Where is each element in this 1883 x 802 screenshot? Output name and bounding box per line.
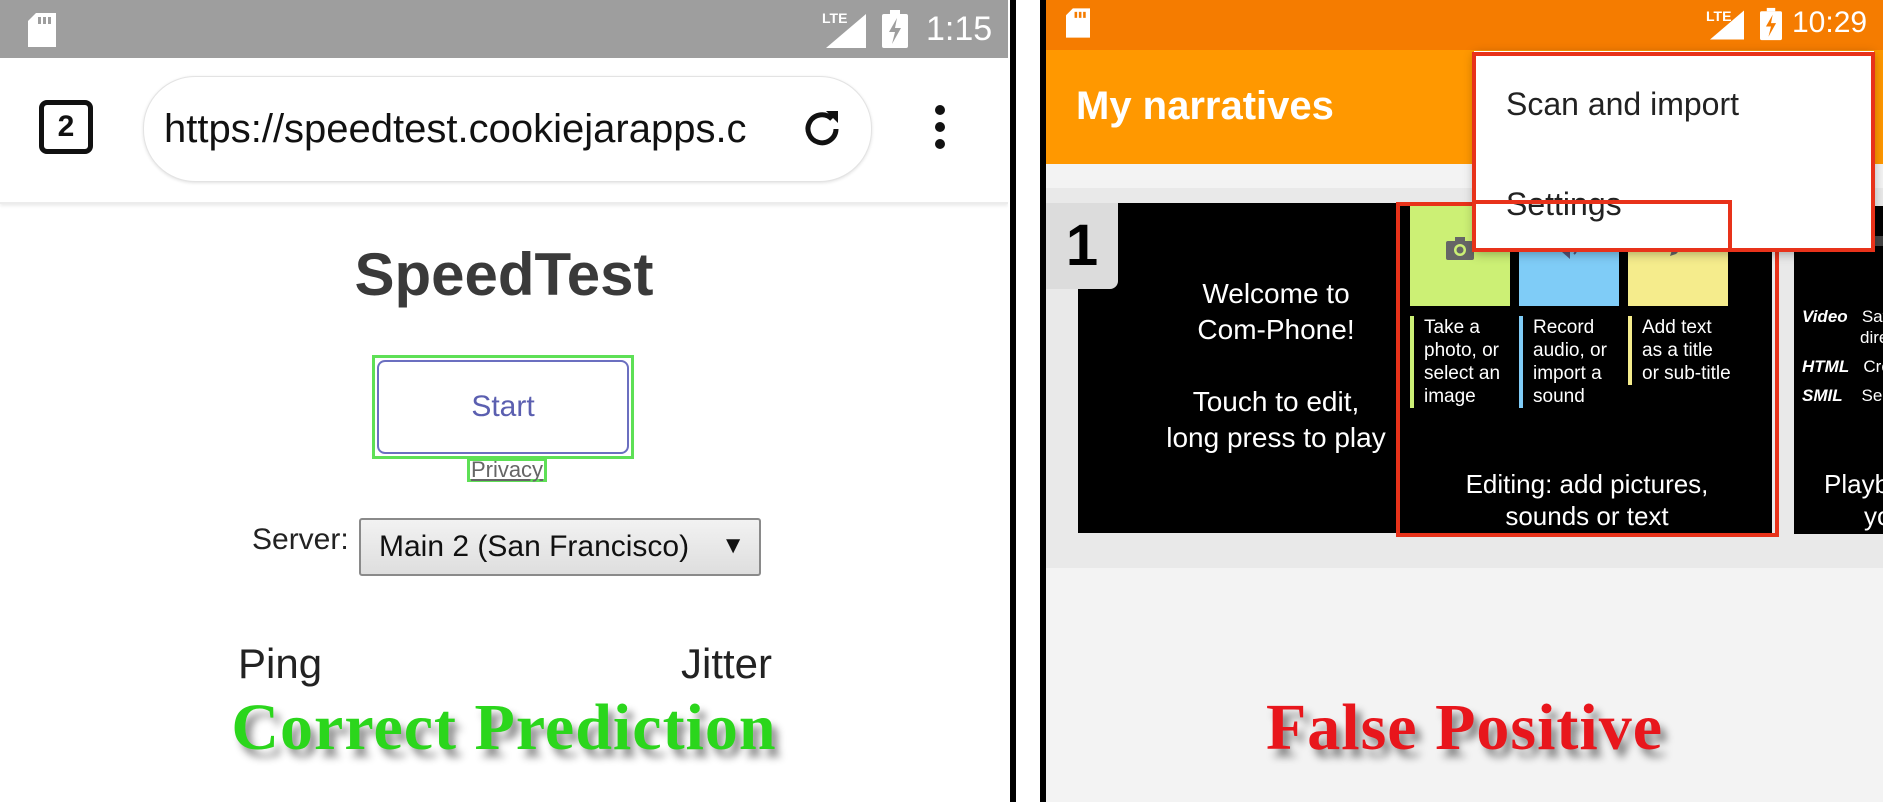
playback-caption-line-1: Playback: (1824, 469, 1883, 499)
tab-switcher-button[interactable]: 2 (39, 100, 93, 154)
page-title: SpeedTest (354, 241, 654, 308)
narrative-card-playback[interactable]: Video Save as directly HTML Create a SMI… (1794, 206, 1883, 534)
smil-option-value: Send to (1861, 386, 1883, 405)
server-select-value: Main 2 (San Francisco) (379, 530, 690, 563)
divider-line (1010, 0, 1016, 802)
privacy-link[interactable]: Privacy (467, 458, 547, 482)
welcome-line-3: Touch to edit, (1192, 386, 1360, 417)
playback-caption-line-2: your (1864, 501, 1883, 531)
prediction-highlight-box (1396, 202, 1779, 537)
smil-option-key: SMIL (1802, 386, 1843, 405)
status-time: 10:29 (1792, 6, 1868, 39)
server-label: Server: (252, 523, 349, 556)
verdict-label-false-positive: False Positive (1265, 691, 1664, 764)
dropdown-arrow-icon: ▼ (721, 532, 745, 559)
sd-card-icon (1066, 8, 1090, 43)
verdict-label-correct: Correct Prediction (231, 691, 777, 764)
status-bar: LTE 1:15 (0, 0, 1008, 58)
left-panel: LTE 1:15 2 https://speedtest.cookiejarap… (0, 0, 1008, 802)
server-select[interactable]: Main 2 (San Francisco) ▼ (359, 518, 761, 576)
video-option-value: Save as (1861, 307, 1883, 326)
signal-icon (1710, 10, 1744, 45)
status-bar: LTE 10:29 (1046, 0, 1883, 50)
battery-charging-icon (1760, 7, 1782, 46)
app-title: My narratives (1076, 84, 1334, 128)
video-option-key: Video (1802, 307, 1848, 326)
welcome-line-4: long press to play (1166, 422, 1386, 453)
battery-charging-icon (882, 10, 908, 53)
signal-icon (826, 14, 866, 53)
more-vert-icon[interactable] (934, 104, 946, 155)
refresh-icon[interactable] (800, 107, 844, 156)
url-text[interactable]: https://speedtest.cookiejarapps.c (164, 107, 779, 152)
sd-card-icon (28, 13, 56, 52)
prediction-highlight-box (1472, 200, 1732, 252)
welcome-card-text: Welcome to Com-Phone! Touch to edit, lon… (1106, 276, 1446, 456)
right-panel: LTE 10:29 My narratives 1 Welcome to Com… (1046, 0, 1883, 802)
ping-label: Ping (238, 640, 323, 687)
welcome-line-1: Welcome to (1202, 278, 1350, 309)
status-time: 1:15 (926, 10, 993, 48)
html-option-value: Create a (1863, 357, 1883, 376)
video-option-value-2: directly (1860, 328, 1883, 347)
jitter-label: Jitter (681, 640, 773, 687)
start-button[interactable]: Start (377, 360, 629, 454)
welcome-line-2: Com-Phone! (1197, 314, 1355, 345)
html-option-key: HTML (1802, 357, 1850, 376)
url-bar[interactable]: https://speedtest.cookiejarapps.c (143, 76, 872, 182)
